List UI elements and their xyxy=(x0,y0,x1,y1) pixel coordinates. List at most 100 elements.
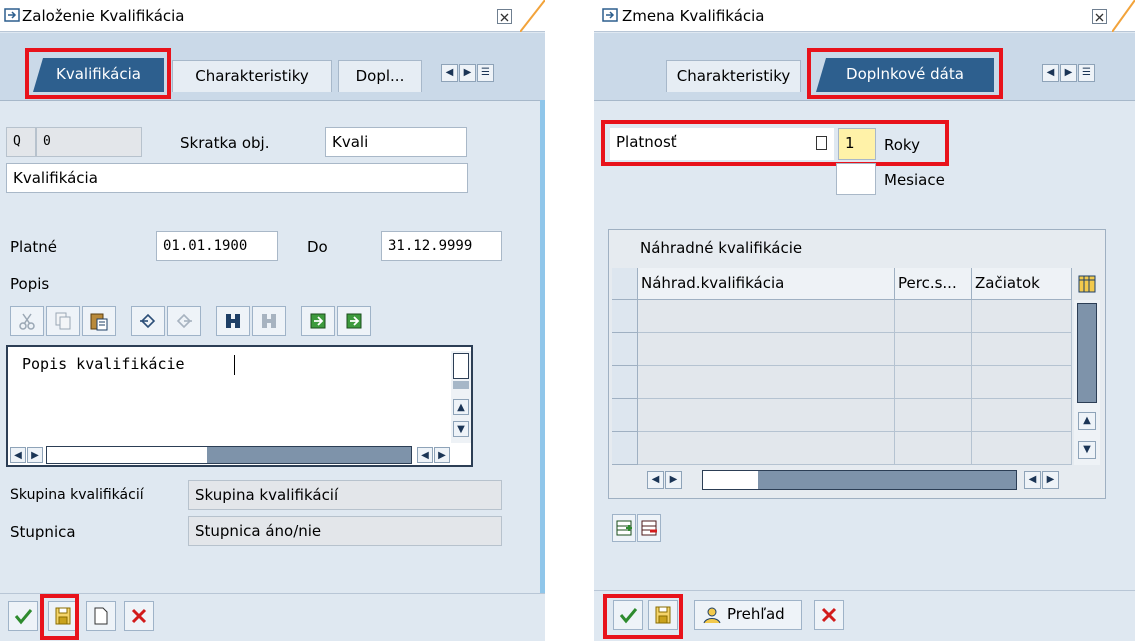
to-label: Do xyxy=(307,238,328,256)
group-field: Skupina kvalifikácií xyxy=(188,480,502,510)
tab-scroll-right-icon[interactable]: ▶ xyxy=(1060,64,1077,82)
valid-from-input[interactable]: 01.01.1900 xyxy=(156,231,278,261)
tab-charakteristiky[interactable]: Charakteristiky xyxy=(172,60,332,92)
table-row[interactable] xyxy=(972,399,1072,432)
download-icon[interactable] xyxy=(337,306,371,336)
column-header-start[interactable]: Začiatok xyxy=(972,268,1072,300)
editor-scroll-left2-icon[interactable]: ◀ xyxy=(417,447,433,463)
editor-text: Popis kvalifikácie xyxy=(22,355,185,373)
table-row[interactable] xyxy=(972,366,1072,399)
table-row[interactable] xyxy=(895,333,972,366)
right-titlebar: Zmena Kvalifikácia xyxy=(594,0,1135,32)
insert-row-icon[interactable] xyxy=(612,514,636,542)
table-row[interactable] xyxy=(972,333,1072,366)
tab-scroll-left-icon[interactable]: ◀ xyxy=(441,64,458,82)
column-header-replacement[interactable]: Náhrad.kvalifikácia xyxy=(638,268,895,300)
editor-hscrollbar[interactable] xyxy=(46,446,412,464)
editor-scroll-up-icon[interactable]: ▲ xyxy=(453,399,469,415)
tab-charakteristiky[interactable]: Charakteristiky xyxy=(666,60,801,92)
scale-field: Stupnica áno/nie xyxy=(188,516,502,546)
delete-row-icon[interactable] xyxy=(637,514,661,542)
corner-decoration-icon xyxy=(520,0,545,32)
left-content-border xyxy=(0,100,545,101)
desc-label: Popis xyxy=(10,275,50,293)
table-row[interactable] xyxy=(972,432,1072,465)
overview-label: Prehľad xyxy=(727,605,785,623)
row-selector[interactable] xyxy=(612,366,638,399)
upload-icon[interactable] xyxy=(301,306,335,336)
dialog-icon xyxy=(4,8,20,22)
find-next-icon[interactable] xyxy=(252,306,286,336)
table-vscrollbar[interactable]: ▲ ▼ xyxy=(1074,300,1100,465)
row-selector[interactable] xyxy=(612,399,638,432)
table-row[interactable] xyxy=(895,366,972,399)
left-footer xyxy=(0,593,545,641)
group-label: Skupina kvalifikácií xyxy=(10,487,144,503)
new-document-icon[interactable] xyxy=(86,601,116,631)
table-row[interactable] xyxy=(895,300,972,333)
editor-scroll-left-icon[interactable]: ◀ xyxy=(10,447,26,463)
select-all-cell[interactable] xyxy=(612,268,638,300)
table-row[interactable] xyxy=(638,366,895,399)
table-row[interactable] xyxy=(895,399,972,432)
left-dialog-title: Založenie Kvalifikácia xyxy=(22,7,185,25)
dialog-icon xyxy=(602,8,618,22)
undo-icon[interactable] xyxy=(131,306,165,336)
name-input[interactable]: Kvalifikácia xyxy=(6,163,468,193)
table-row[interactable] xyxy=(638,333,895,366)
text-editor[interactable]: Popis kvalifikácie ▲ ▼ ◀ ▶ ◀ ▶ xyxy=(6,345,473,467)
editor-scroll-down-icon[interactable]: ▼ xyxy=(453,421,469,437)
table-scroll-up-icon[interactable]: ▲ xyxy=(1078,412,1096,430)
tab-scroll-left-icon[interactable]: ◀ xyxy=(1042,64,1059,82)
column-header-percent[interactable]: Perc.s... xyxy=(895,268,972,300)
tab-list-icon[interactable]: ☰ xyxy=(477,64,494,82)
table-row[interactable] xyxy=(638,432,895,465)
table-scroll-down-icon[interactable]: ▼ xyxy=(1078,441,1096,459)
row-selector[interactable] xyxy=(612,300,638,333)
cut-icon[interactable] xyxy=(10,306,44,336)
cancel-icon[interactable] xyxy=(124,601,154,631)
table-scroll-left-icon[interactable]: ◀ xyxy=(647,471,664,489)
row-selector[interactable] xyxy=(612,333,638,366)
months-label: Mesiace xyxy=(884,171,945,189)
confirm-icon[interactable] xyxy=(8,601,38,631)
editor-scroll-right-icon[interactable]: ▶ xyxy=(27,447,43,463)
object-type-field: Q xyxy=(6,127,36,157)
close-icon[interactable] xyxy=(497,9,512,24)
tab-scroll-right-icon[interactable]: ▶ xyxy=(459,64,476,82)
redo-icon[interactable] xyxy=(167,306,201,336)
right-dialog-title: Zmena Kvalifikácia xyxy=(622,7,765,25)
row-selector[interactable] xyxy=(612,432,638,465)
table-scroll-right2-icon[interactable]: ▶ xyxy=(1042,471,1059,489)
abbr-input[interactable]: Kvali xyxy=(325,127,467,157)
object-id-field: 0 xyxy=(36,127,142,157)
table-row[interactable] xyxy=(638,300,895,333)
table-scroll-left2-icon[interactable]: ◀ xyxy=(1024,471,1041,489)
valid-label: Platné xyxy=(10,238,58,256)
table-row[interactable] xyxy=(895,432,972,465)
table-title: Náhradné kvalifikácie xyxy=(640,239,803,257)
column-settings-icon[interactable] xyxy=(1074,270,1100,298)
table-row[interactable] xyxy=(972,300,1072,333)
tab-list-icon[interactable]: ☰ xyxy=(1078,64,1095,82)
copy-icon[interactable] xyxy=(46,306,80,336)
overview-button[interactable]: Prehľad xyxy=(694,600,802,630)
valid-to-input[interactable]: 31.12.9999 xyxy=(381,231,502,261)
paste-icon[interactable] xyxy=(82,306,116,336)
tab-doplnkove[interactable]: Dopl... xyxy=(338,60,422,92)
table-row[interactable] xyxy=(638,399,895,432)
close-icon[interactable] xyxy=(1092,9,1107,24)
cancel-icon[interactable] xyxy=(814,600,844,630)
highlight-kvalifikacia-tab xyxy=(25,48,171,99)
highlight-doplnkove-tab xyxy=(807,48,1003,99)
table-hscrollbar[interactable] xyxy=(702,470,1017,490)
table-scroll-right-icon[interactable]: ▶ xyxy=(665,471,682,489)
editor-vscrollbar[interactable]: ▲ ▼ xyxy=(451,351,471,443)
left-titlebar: Založenie Kvalifikácia xyxy=(0,0,545,32)
highlight-validity xyxy=(601,120,949,166)
editor-scroll-right2-icon[interactable]: ▶ xyxy=(434,447,450,463)
abbr-label: Skratka obj. xyxy=(180,134,270,152)
right-content-border xyxy=(594,100,1135,101)
months-input[interactable] xyxy=(836,163,876,195)
find-icon[interactable] xyxy=(216,306,250,336)
